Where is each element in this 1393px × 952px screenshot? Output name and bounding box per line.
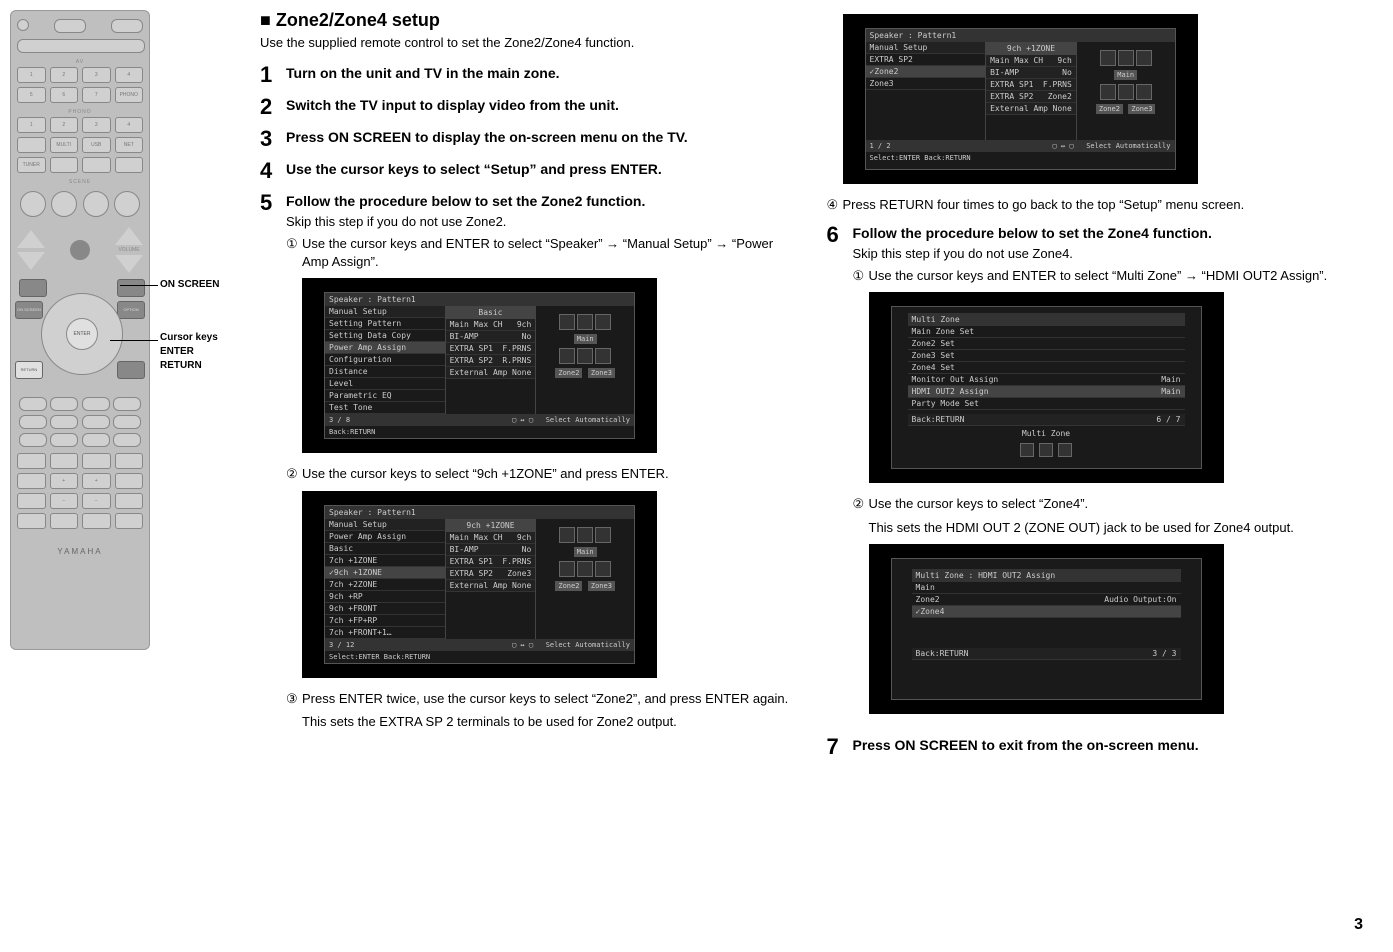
intro-text: Use the supplied remote control to set t… <box>260 35 797 50</box>
remote-section-scene: SCENE <box>17 179 143 185</box>
step-number: 5 <box>260 192 286 737</box>
callout-on-screen: ON SCREEN <box>160 279 219 290</box>
substep-marker: ② <box>286 465 298 483</box>
remote-control-image: AV 1234 567PHONO PHONO 1234 MULTIUSBNET … <box>10 10 150 650</box>
callout-return: RETURN <box>160 360 202 371</box>
substep-marker: ① <box>286 235 298 253</box>
step-6-head: Follow the procedure below to set the Zo… <box>853 224 1364 242</box>
step-4: Use the cursor keys to select “Setup” an… <box>286 160 797 178</box>
page-number: 3 <box>1354 916 1363 934</box>
step-number: 2 <box>260 96 286 118</box>
remote-display-button <box>117 361 145 379</box>
yamaha-logo: YAMAHA <box>17 547 143 556</box>
step-6-1: Use the cursor keys and ENTER to select … <box>869 268 1328 283</box>
step-number: 3 <box>260 128 286 150</box>
substep-marker: ② <box>853 495 865 513</box>
step-number: 6 <box>827 224 853 727</box>
step-7: Press ON SCREEN to exit from the on-scre… <box>853 736 1364 754</box>
remote-top-menu <box>19 279 47 297</box>
osd-screenshot-2: Speaker : Pattern1 Manual Setup Power Am… <box>302 491 657 678</box>
substep-marker: ④ <box>827 196 839 214</box>
remote-enter-button[interactable]: ENTER <box>66 318 98 350</box>
step-5-1: Use the cursor keys and ENTER to select … <box>302 236 773 269</box>
step-6-sub: Skip this step if you do not use Zone4. <box>853 246 1364 261</box>
step-5-4: Press RETURN four times to go back to th… <box>843 197 1245 212</box>
step-2: Switch the TV input to display video fro… <box>286 96 797 114</box>
osd-screenshot-5: Multi Zone : HDMI OUT2 Assign Main Zone2… <box>869 544 1224 714</box>
step-5-2: Use the cursor keys to select “9ch +1ZON… <box>302 466 669 481</box>
step-6-2-note: This sets the HDMI OUT 2 (ZONE OUT) jack… <box>869 519 1364 537</box>
step-5-3: Press ENTER twice, use the cursor keys t… <box>302 691 788 706</box>
remote-section-phono: PHONO <box>17 109 143 115</box>
step-5-sub: Skip this step if you do not use Zone2. <box>286 214 797 229</box>
step-6-2: Use the cursor keys to select “Zone4”. <box>869 496 1089 511</box>
osd-screenshot-4: Multi Zone Main Zone Set Zone2 Set Zone3… <box>869 292 1224 483</box>
callout-enter: ENTER <box>160 346 194 357</box>
remote-section-av: AV <box>17 59 143 65</box>
step-number: 1 <box>260 64 286 86</box>
remote-on-screen-button[interactable]: ON SCREEN <box>15 301 43 319</box>
step-5-head: Follow the procedure below to set the Zo… <box>286 192 797 210</box>
step-number: 4 <box>260 160 286 182</box>
callout-cursor-keys: Cursor keys <box>160 332 218 343</box>
osd-screenshot-3: Speaker : Pattern1 Manual Setup EXTRA SP… <box>843 14 1198 184</box>
substep-marker: ① <box>853 267 865 285</box>
step-1: Turn on the unit and TV in the main zone… <box>286 64 797 82</box>
section-title: Zone2/Zone4 setup <box>260 10 797 31</box>
step-number: 7 <box>827 736 853 758</box>
remote-option-button[interactable]: OPTION <box>117 301 145 319</box>
osd-screenshot-1: Speaker : Pattern1 Manual Setup Setting … <box>302 278 657 453</box>
step-5-3-note: This sets the EXTRA SP 2 terminals to be… <box>302 713 797 731</box>
remote-pure-direct <box>117 279 145 297</box>
remote-return-button[interactable]: RETURN <box>15 361 43 379</box>
step-3: Press ON SCREEN to display the on-screen… <box>286 128 797 146</box>
substep-marker: ③ <box>286 690 298 708</box>
